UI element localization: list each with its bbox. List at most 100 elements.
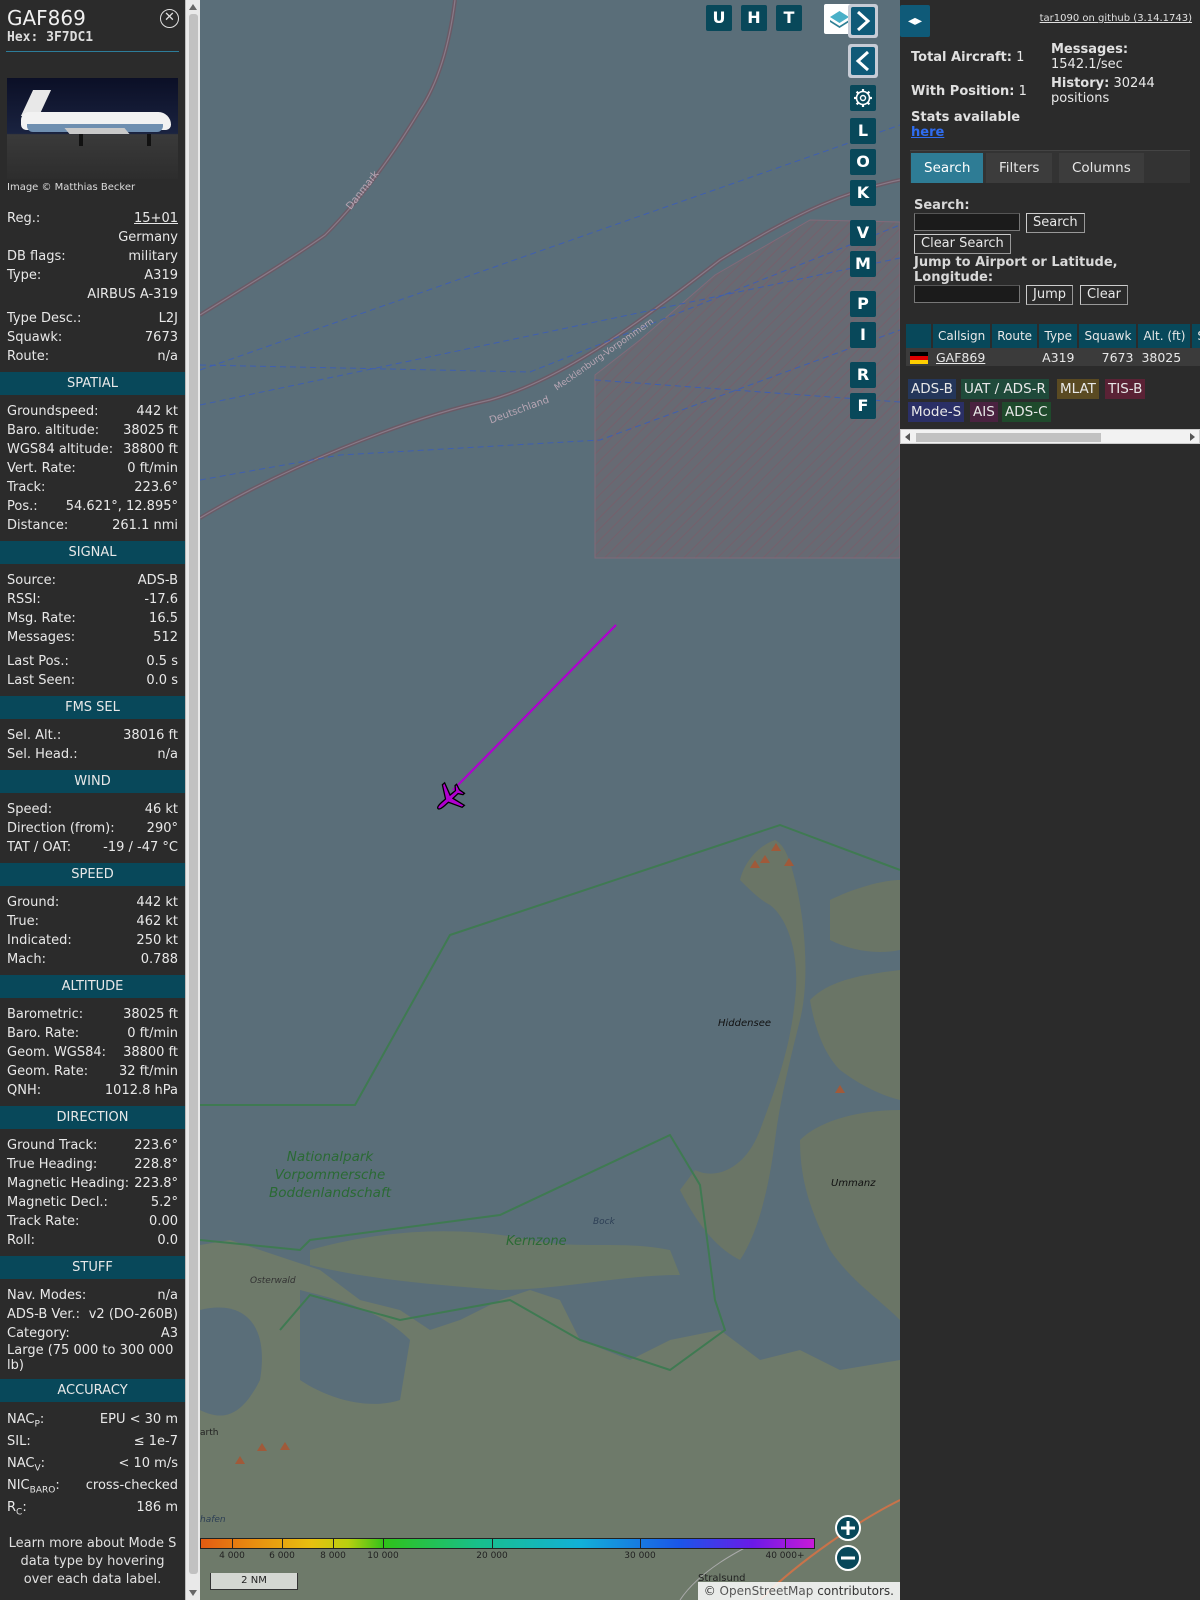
toggle-l-button[interactable]: L [850,118,876,144]
stuff-rows: Nav. Modes: n/a ADS-B Ver.: v2 (DO-260B) Cat… [0,1286,185,1343]
reg-row: Reg.: 15+01 [0,209,185,228]
section-wind: WIND [0,770,185,793]
info-value: 250 kt [136,933,178,948]
info-row: Barometric: 38025 ft [0,1005,185,1024]
info-label: Geom. Rate: [7,1064,89,1079]
info-row: Last Seen: 0.0 s [0,671,185,690]
split-arrows-icon[interactable]: ◂▸ [900,5,930,37]
toggle-f-button[interactable]: F [850,393,876,419]
map-scale-bar: 2 NM [210,1573,298,1590]
tab-search[interactable]: Search [911,153,984,183]
info-value: 512 [153,630,178,645]
tab-columns[interactable]: Columns [1059,153,1144,183]
mode-s-help-note: Learn more about Mode S data type by hov… [8,1536,177,1587]
close-icon[interactable]: ✕ [160,9,179,28]
toggle-i-button[interactable]: I [850,322,876,348]
toggle-m-button[interactable]: M [850,251,876,277]
info-label: Messages: [7,630,76,645]
clear-search-button[interactable]: Clear Search [914,234,1011,254]
toggle-h-button[interactable]: H [741,5,767,31]
aircraft-marker-icon[interactable] [430,778,470,818]
info-label: True Heading: [7,1157,98,1172]
jump-button[interactable]: Jump [1026,285,1073,305]
clear-jump-button[interactable]: Clear [1080,285,1128,305]
column-header-type[interactable]: Type [1038,324,1080,348]
type-label: Type: [7,268,42,283]
info-label: WGS84 altitude: [7,442,114,457]
scroll-up-arrow-icon[interactable] [189,4,197,10]
info-label: Barometric: [7,1007,84,1022]
info-label: Nav. Modes: [7,1288,87,1303]
squawk-row: Squawk: 7673 [0,328,185,347]
toggle-t-button[interactable]: T [776,5,802,31]
nic-baro-label: NICBARO: [7,1478,60,1496]
zoom-in-button[interactable] [835,1515,861,1541]
row-speed [1191,348,1200,366]
openstreetmap-link[interactable]: OpenStreetMap [720,1584,814,1598]
legend-mlat: MLAT [1057,379,1099,399]
zoom-out-button[interactable] [835,1545,861,1571]
route-value: n/a [157,349,178,364]
info-value: -19 / -47 °C [103,840,178,855]
scroll-left-arrow-icon[interactable] [905,433,910,441]
info-value: 0.0 s [146,673,178,688]
horizontal-scroll-thumb[interactable] [916,433,1101,442]
info-row: Ground Track: 223.6° [0,1136,185,1155]
info-row: Track: 223.6° [0,478,185,497]
altitude-tick-label: 10 000 [367,1551,399,1561]
altitude-tick-label: 40 000+ [765,1551,805,1561]
info-row: Sel. Alt.: 38016 ft [0,726,185,745]
reg-link[interactable]: 15+01 [134,209,178,228]
toggle-r-button[interactable]: R [850,362,876,388]
info-label: Mach: [7,952,46,967]
table-row[interactable]: GAF869 A319 7673 38025 [906,348,1200,366]
table-horizontal-scrollbar[interactable] [900,429,1200,444]
row-callsign[interactable]: GAF869 [932,348,992,366]
altitude-tick-mark [383,1538,384,1549]
column-header-callsign[interactable]: Callsign [932,324,993,348]
scrollbar-thumb[interactable] [189,14,198,1574]
map-canvas[interactable] [200,0,900,1600]
info-value: 0 ft/min [127,461,178,476]
github-link[interactable]: tar1090 on github (3.14.1743) [1040,13,1192,24]
toggle-k-button[interactable]: K [850,180,876,206]
section-speed: SPEED [0,863,185,886]
nav-back-button[interactable] [848,44,878,78]
scroll-down-arrow-icon[interactable] [189,1590,197,1596]
tab-filters[interactable]: Filters [986,153,1053,183]
stats-here-link[interactable]: here [911,125,944,140]
column-header-squawk[interactable]: Squawk [1078,324,1139,348]
route-label: Route: [7,349,50,364]
column-header-speed[interactable]: Spd. [1191,324,1200,348]
scroll-right-arrow-icon[interactable] [1190,433,1195,441]
aircraft-photo[interactable] [7,78,178,179]
legend-uat-adsr: UAT / ADS-R [961,379,1049,399]
sidebar-scrollbar[interactable] [185,0,200,1600]
settings-button[interactable] [850,85,876,111]
info-row: Last Pos.: 0.5 s [0,652,185,671]
sil-label: SIL: [7,1434,31,1449]
column-header-altitude[interactable]: Alt. (ft) [1137,324,1193,348]
info-label: Magnetic Decl.: [7,1195,108,1210]
altitude-tick-mark [492,1538,493,1549]
toggle-p-button[interactable]: P [850,291,876,317]
jump-input[interactable] [914,285,1020,303]
dbflags-row: DB flags: military [0,247,185,266]
info-row: Speed: 46 kt [0,800,185,819]
column-header-route[interactable]: Route [991,324,1040,348]
nav-forward-button[interactable] [848,4,878,38]
search-input[interactable] [914,213,1020,231]
search-button[interactable]: Search [1026,213,1085,233]
altitude-tick-mark [232,1538,233,1549]
toggle-v-button[interactable]: V [850,220,876,246]
label-arth: arth [200,1428,219,1438]
map-view[interactable]: Danmark Deutschland Mecklenburg-Vorpomme… [200,0,900,1600]
label-bock: Bock [593,1217,615,1227]
toggle-u-button[interactable]: U [706,5,732,31]
aircraft-list-panel: ◂▸ tar1090 on github (3.14.1743) Total A… [900,0,1200,1600]
country-value: Germany [118,230,178,245]
info-row: WGS84 altitude: 38800 ft [0,440,185,459]
toggle-o-button[interactable]: O [850,149,876,175]
column-header-flag[interactable] [906,324,933,348]
stats-available: Stats available here [911,110,1021,140]
